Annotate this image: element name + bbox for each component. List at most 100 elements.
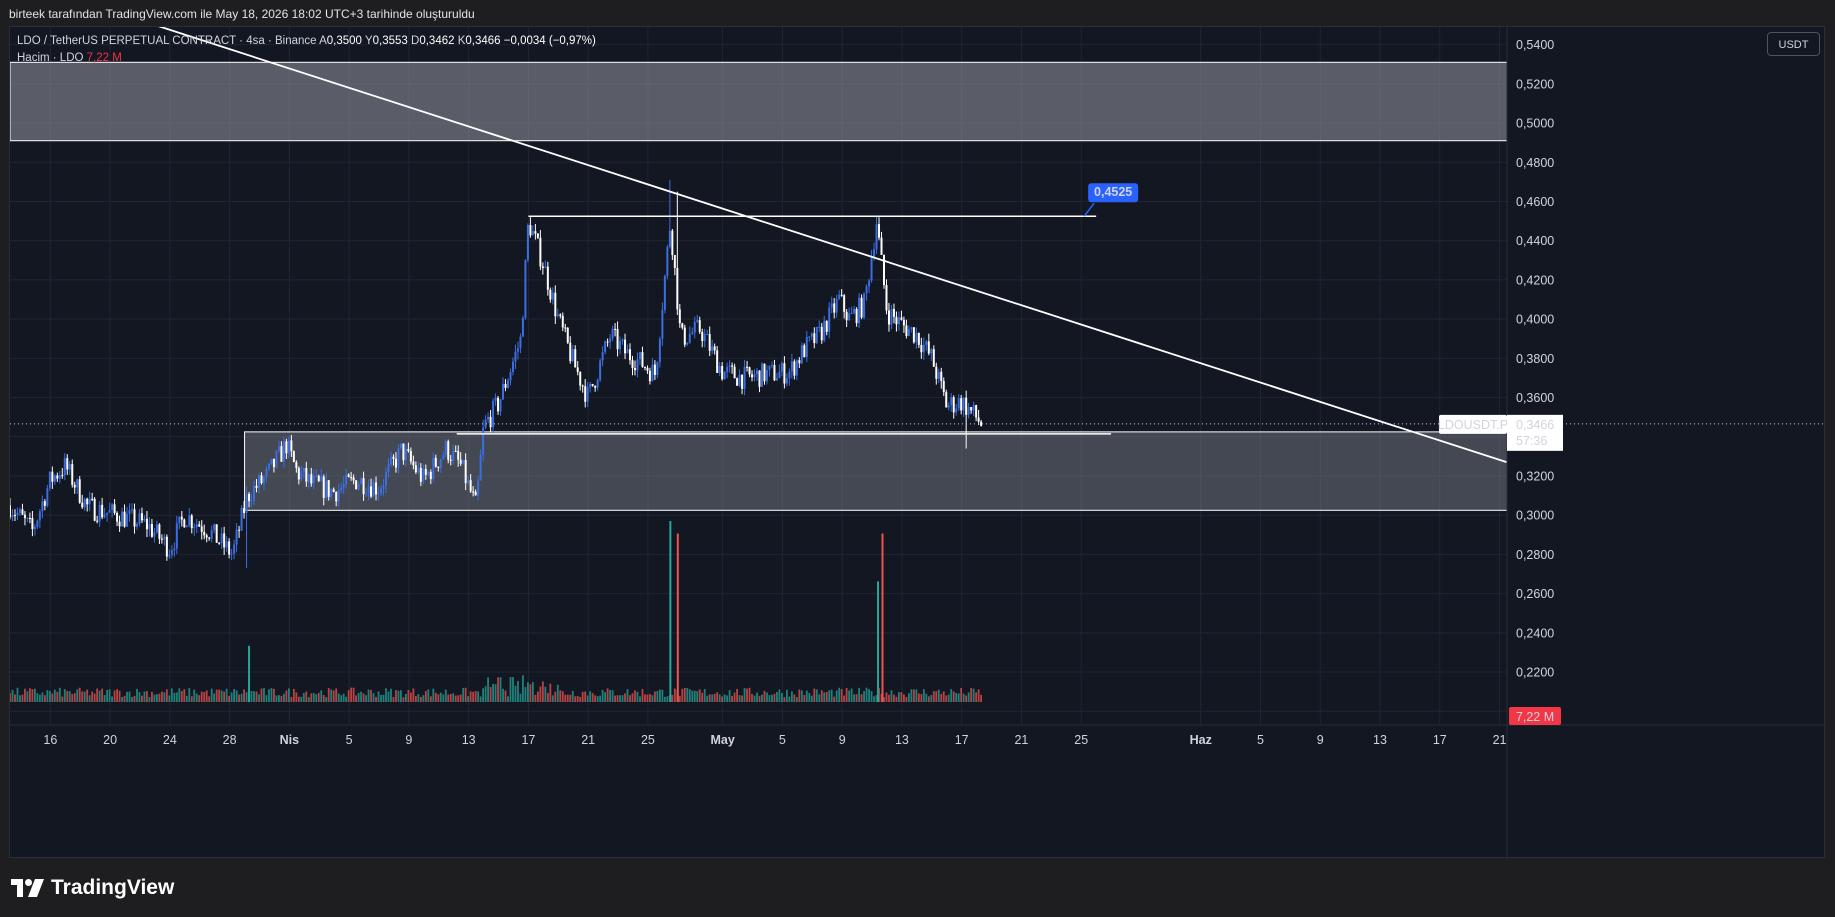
- candle-body: [210, 529, 213, 539]
- candle-body: [526, 225, 529, 261]
- candle-body: [106, 512, 109, 515]
- candle-body: [238, 529, 241, 531]
- candle-body: [723, 371, 726, 380]
- candle-body: [663, 275, 666, 311]
- volume-bar: [940, 693, 943, 702]
- candle-body: [272, 458, 275, 468]
- candle-body: [23, 514, 26, 519]
- volume-bar: [108, 689, 111, 702]
- price-chart[interactable]: 0,45250,20000,22000,24000,26000,28000,30…: [10, 27, 1826, 859]
- candle-body: [790, 361, 793, 372]
- volume-bar: [825, 691, 828, 702]
- chart-panel[interactable]: 0,45250,20000,22000,24000,26000,28000,30…: [9, 26, 1826, 859]
- candle-body: [676, 267, 679, 310]
- tradingview-logo[interactable]: TradingView: [11, 876, 174, 900]
- candle-body: [666, 246, 669, 276]
- candle-body: [726, 366, 729, 372]
- volume-value: 7,22 M: [86, 52, 122, 64]
- candle-body: [447, 441, 450, 460]
- volume-bar: [586, 695, 589, 702]
- candle-body: [504, 383, 507, 388]
- candle-body: [733, 366, 736, 379]
- candle-body: [681, 323, 684, 328]
- candle-body: [912, 327, 915, 343]
- candle-body: [534, 231, 537, 234]
- candle-body: [691, 332, 694, 334]
- volume-bar: [980, 694, 983, 702]
- candle-body: [218, 542, 221, 544]
- volume-bar: [68, 691, 71, 702]
- candle-body: [638, 352, 641, 360]
- volume-bar: [686, 687, 689, 702]
- volume-bar: [163, 692, 166, 702]
- candle-body: [350, 476, 353, 478]
- candle-body: [138, 513, 141, 524]
- candle-body: [581, 385, 584, 387]
- volume-bar: [524, 687, 527, 702]
- candle-body: [853, 308, 856, 314]
- y-tick-label: 0,4800: [1516, 156, 1554, 170]
- volume-bar: [758, 695, 761, 702]
- volume-bar: [591, 693, 594, 702]
- candle-body: [287, 440, 290, 454]
- candle-body: [843, 295, 846, 312]
- volume-bar: [651, 695, 654, 702]
- volume-bar: [930, 695, 933, 702]
- candle-body: [477, 480, 480, 496]
- candle-body: [947, 405, 950, 408]
- volume-bar: [870, 691, 873, 702]
- volume-bar: [718, 694, 721, 702]
- candle-body: [892, 309, 895, 317]
- candle-body: [126, 513, 129, 527]
- candle-body: [828, 307, 831, 332]
- volume-bar: [335, 688, 338, 702]
- candle-body: [753, 374, 756, 378]
- volume-bar: [932, 691, 935, 702]
- volume-bar: [377, 691, 380, 702]
- candle-body: [347, 474, 350, 477]
- volume-bar: [721, 696, 724, 702]
- volume-bar: [464, 687, 467, 702]
- candle-body: [375, 482, 378, 495]
- volume-bar: [91, 691, 94, 702]
- candle-body: [880, 237, 883, 255]
- volume-bar: [385, 688, 387, 702]
- candle-body: [897, 317, 900, 325]
- symbol-title[interactable]: LDO / TetherUS PERPETUAL CONTRACT · 4sa …: [17, 35, 317, 47]
- volume-bar: [955, 692, 958, 702]
- candle-body: [541, 266, 544, 269]
- volume-bar: [569, 694, 572, 702]
- currency-button[interactable]: USDT: [1767, 32, 1820, 56]
- volume-bar: [957, 693, 960, 702]
- volume-bar: [365, 695, 367, 702]
- volume-bar: [636, 691, 639, 702]
- volume-bar: [746, 688, 748, 702]
- candle-body: [887, 310, 890, 325]
- symbol-tag-label: LDOUSDT.P: [1438, 418, 1508, 432]
- volume-bar: [474, 691, 477, 702]
- candle-body: [564, 327, 567, 329]
- candle-body: [56, 475, 59, 479]
- volume-bar: [536, 691, 539, 702]
- candle-body: [91, 498, 94, 500]
- volume-bar: [190, 696, 193, 702]
- x-tick-label: May: [710, 733, 734, 747]
- volume-bar: [479, 696, 482, 702]
- candle-body: [103, 514, 106, 518]
- volume-bar: [783, 697, 786, 702]
- candle-body: [803, 345, 806, 358]
- volume-bar: [644, 694, 646, 702]
- volume-bar: [522, 675, 524, 702]
- volume-bar: [671, 694, 674, 702]
- candle-body: [703, 334, 706, 342]
- volume-bar: [165, 689, 168, 702]
- volume-bar: [285, 690, 288, 702]
- volume-bar: [195, 693, 198, 702]
- candle-body: [462, 460, 465, 464]
- volume-bar: [93, 693, 96, 702]
- volume-bar: [307, 697, 310, 702]
- volume-bar: [225, 688, 228, 702]
- candle-body: [850, 313, 853, 315]
- volume-bar: [527, 682, 529, 702]
- volume-label[interactable]: Hacim · LDO: [17, 52, 83, 64]
